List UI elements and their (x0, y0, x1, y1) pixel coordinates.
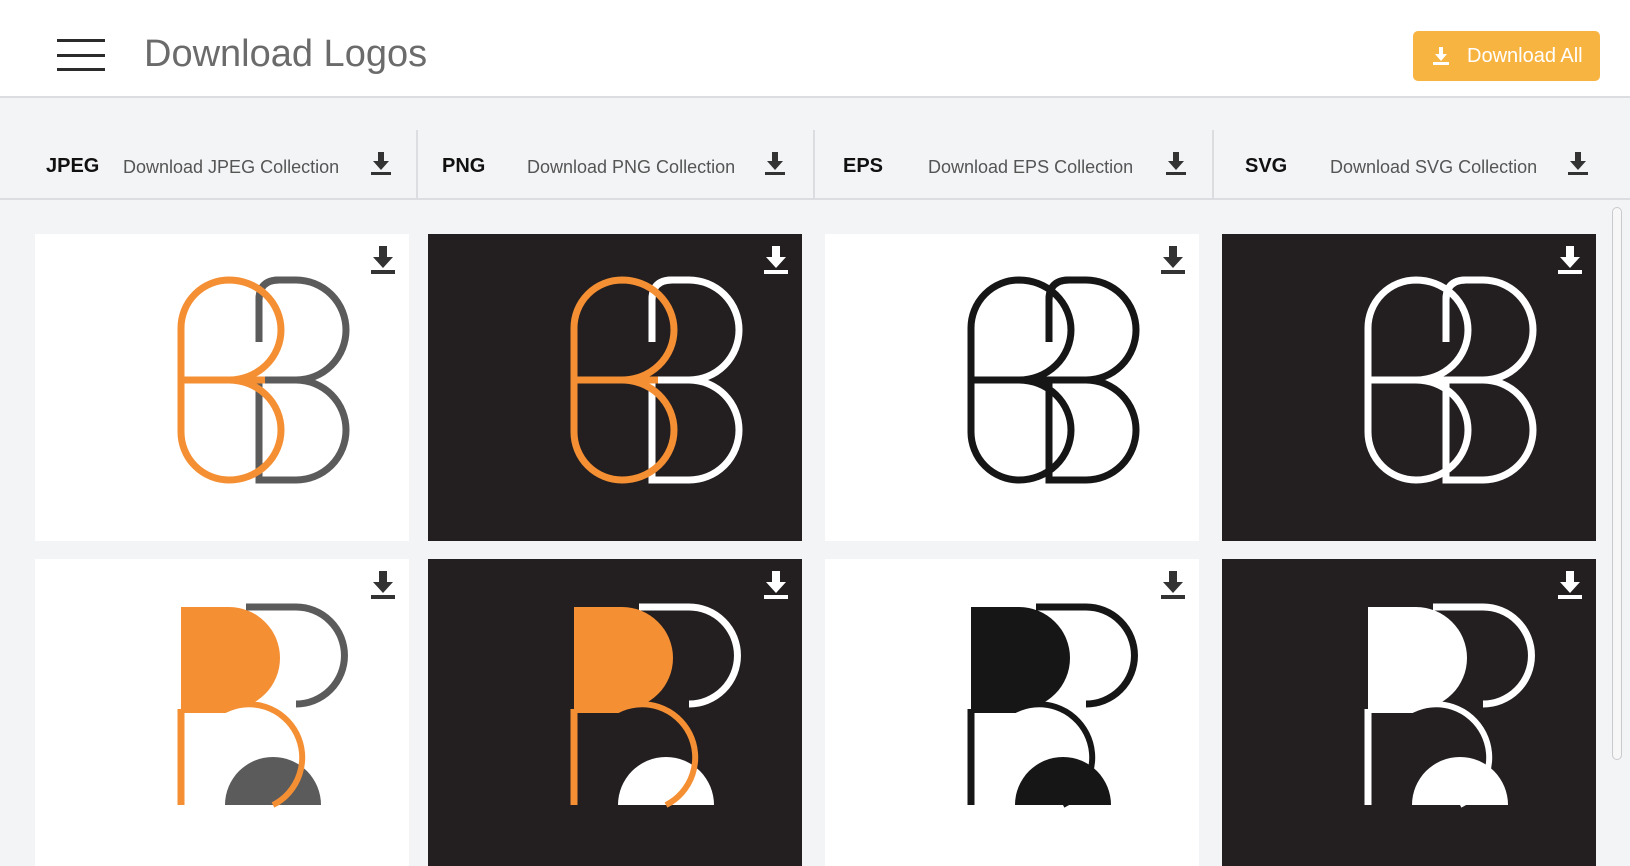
logo-card[interactable] (825, 234, 1199, 541)
hamburger-menu-icon[interactable] (57, 38, 105, 72)
tab-eps-format: EPS (843, 155, 884, 177)
download-icon[interactable] (1558, 571, 1582, 599)
brand-logo-icon (570, 276, 743, 484)
brand-logo-icon (1364, 276, 1537, 484)
tab-divider (1212, 130, 1214, 200)
download-icon[interactable] (764, 571, 788, 599)
logo-card[interactable] (1222, 559, 1596, 866)
png-download-icon[interactable] (765, 152, 785, 176)
tab-png-format: PNG (442, 155, 486, 177)
jpeg-download-icon[interactable] (371, 152, 391, 176)
download-icon[interactable] (1558, 246, 1582, 274)
tab-svg-link[interactable]: Download SVG Collection (1330, 157, 1537, 178)
brand-logo-icon (967, 276, 1140, 484)
scrollbar-thumb[interactable] (1612, 207, 1622, 760)
logo-card[interactable] (428, 234, 802, 541)
download-all-label: Download All (1467, 44, 1583, 67)
tab-divider (416, 130, 418, 200)
logo-card[interactable] (428, 559, 802, 866)
download-icon[interactable] (764, 246, 788, 274)
tab-jpeg-format: JPEG (46, 155, 100, 177)
brand-logo-icon (967, 603, 1138, 808)
download-icon[interactable] (371, 246, 395, 274)
format-tabs: JPEG Download JPEG Collection PNG Downlo… (0, 130, 1630, 200)
brand-logo-icon (177, 603, 348, 808)
tab-divider (813, 130, 815, 200)
download-icon[interactable] (371, 571, 395, 599)
download-icon (1433, 47, 1449, 65)
scrollbar[interactable] (1609, 204, 1625, 760)
tab-jpeg-link[interactable]: Download JPEG Collection (123, 157, 339, 178)
download-icon[interactable] (1161, 246, 1185, 274)
logo-card[interactable] (825, 559, 1199, 866)
download-all-button[interactable]: Download All (1413, 31, 1600, 81)
header: Download Logos Download All (0, 0, 1630, 98)
tab-svg-format: SVG (1245, 155, 1288, 177)
eps-download-icon[interactable] (1166, 152, 1186, 176)
logo-card[interactable] (1222, 234, 1596, 541)
brand-logo-icon (1364, 603, 1535, 808)
tab-eps-link[interactable]: Download EPS Collection (928, 157, 1133, 178)
page-title: Download Logos (144, 33, 428, 75)
tab-png-link[interactable]: Download PNG Collection (527, 157, 735, 178)
logo-card[interactable] (35, 234, 409, 541)
download-icon[interactable] (1161, 571, 1185, 599)
brand-logo-icon (177, 276, 350, 484)
logo-card[interactable] (35, 559, 409, 866)
svg-download-icon[interactable] (1568, 152, 1588, 176)
brand-logo-icon (570, 603, 741, 808)
